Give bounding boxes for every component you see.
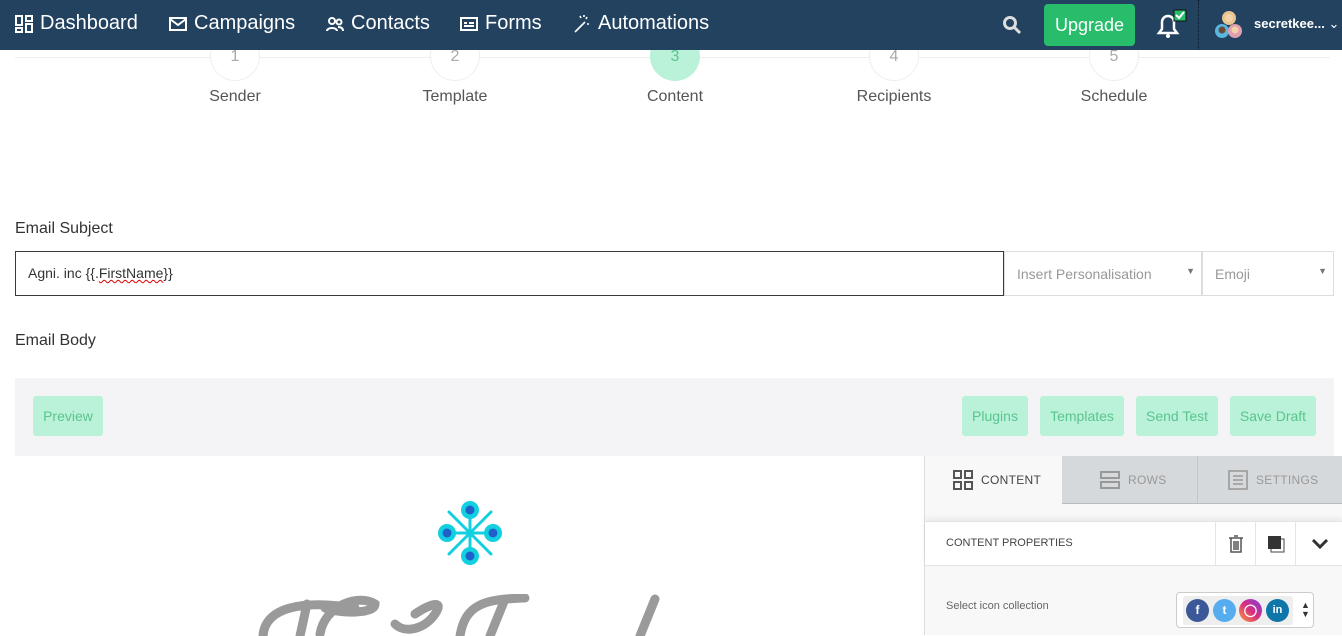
nav-dashboard[interactable]: Dashboard (14, 12, 138, 35)
subject-prefix: Agni. inc {{. (28, 265, 99, 281)
email-canvas[interactable] (15, 456, 924, 636)
step-label: Content (646, 88, 704, 105)
user-menu[interactable]: secretkee... ⌄ (1254, 16, 1339, 32)
nav-label: Contacts (351, 12, 430, 34)
form-icon (460, 16, 478, 31)
instagram-icon: ◯ (1239, 599, 1262, 622)
chevron-down-icon (1311, 538, 1328, 549)
plugins-button[interactable]: Plugins (962, 396, 1028, 436)
duplicate-button[interactable] (1255, 522, 1295, 565)
step-label: Schedule (1080, 88, 1148, 105)
nav-automations[interactable]: Automations (572, 12, 709, 35)
copy-icon (1267, 535, 1284, 552)
settings-icon (1228, 469, 1248, 490)
preview-button[interactable]: Preview (33, 396, 103, 436)
nav-label: Automations (598, 12, 710, 34)
bell-icon[interactable] (1154, 9, 1188, 41)
nav-forms[interactable]: Forms (459, 12, 542, 35)
rows-icon (1100, 470, 1120, 489)
dropdown-arrow-icon: ▼ (1186, 266, 1195, 276)
email-subject-label: Email Subject (15, 220, 113, 237)
script-title-graphic (258, 594, 660, 636)
top-nav: Dashboard Campaigns Contacts Forms Autom… (0, 0, 1342, 50)
avatar[interactable] (1213, 9, 1245, 41)
tab-label: SETTINGS (1256, 472, 1319, 487)
send-test-button[interactable]: Send Test (1136, 396, 1218, 436)
tab-label: ROWS (1128, 472, 1167, 487)
save-draft-button[interactable]: Save Draft (1230, 396, 1316, 436)
icon-collection-label: Select icon collection (946, 600, 1049, 612)
username: secretkee... (1254, 16, 1325, 31)
step-label: Recipients (856, 88, 932, 105)
subject-token: FirstName (98, 265, 164, 281)
upgrade-button[interactable]: Upgrade (1044, 4, 1135, 46)
twitter-icon: t (1213, 599, 1236, 622)
dropdown-arrow-icon: ▼ (1318, 266, 1327, 276)
emoji-select[interactable]: Emoji ▼ (1202, 251, 1334, 296)
collapse-button[interactable] (1295, 522, 1342, 565)
delete-button[interactable] (1215, 522, 1255, 565)
grid-icon (953, 470, 973, 490)
dashboard-icon (15, 14, 33, 33)
tab-label: CONTENT (981, 473, 1042, 487)
tab-content[interactable]: CONTENT (925, 456, 1062, 504)
nav-contacts[interactable]: Contacts (325, 12, 430, 35)
email-body-label: Email Body (15, 332, 96, 349)
facebook-icon: f (1186, 599, 1209, 622)
properties-panel: CONTENT ROWS SETTINGS CONTENT PROPERTIES… (924, 456, 1342, 635)
linkedin-icon: in (1266, 599, 1289, 622)
editor-toolbar: Preview Plugins Templates Send Test Save… (15, 378, 1334, 456)
envelope-icon (169, 16, 187, 31)
logo-icon (438, 501, 502, 565)
personalisation-placeholder: Insert Personalisation (1017, 266, 1152, 282)
step-label: Template (422, 88, 488, 105)
contacts-icon (326, 16, 344, 31)
nav-label: Dashboard (40, 12, 138, 34)
magic-wand-icon (574, 14, 589, 33)
tab-settings[interactable]: SETTINGS (1198, 456, 1342, 504)
trash-icon (1228, 534, 1243, 553)
content-properties-title: CONTENT PROPERTIES (946, 537, 1073, 549)
nav-campaigns[interactable]: Campaigns (168, 12, 295, 35)
chevron-down-icon: ⌄ (1328, 16, 1340, 31)
nav-divider (1198, 0, 1199, 50)
email-subject-input[interactable]: Agni. inc {{.FirstName}} (15, 251, 1004, 296)
nav-label: Forms (485, 12, 542, 34)
nav-label: Campaigns (194, 12, 296, 34)
icon-collection-select[interactable]: f t ◯ in ▲ ▼ (1176, 592, 1314, 628)
sort-arrows-icon: ▲ ▼ (1301, 600, 1310, 619)
search-icon[interactable] (1002, 15, 1022, 35)
subject-suffix: }} (163, 265, 173, 281)
step-label: Sender (209, 88, 261, 105)
templates-button[interactable]: Templates (1040, 396, 1124, 436)
emoji-placeholder: Emoji (1215, 266, 1251, 282)
content-properties-header: CONTENT PROPERTIES (925, 521, 1342, 566)
tab-rows[interactable]: ROWS (1062, 456, 1198, 504)
personalisation-select[interactable]: Insert Personalisation ▼ (1004, 251, 1202, 296)
